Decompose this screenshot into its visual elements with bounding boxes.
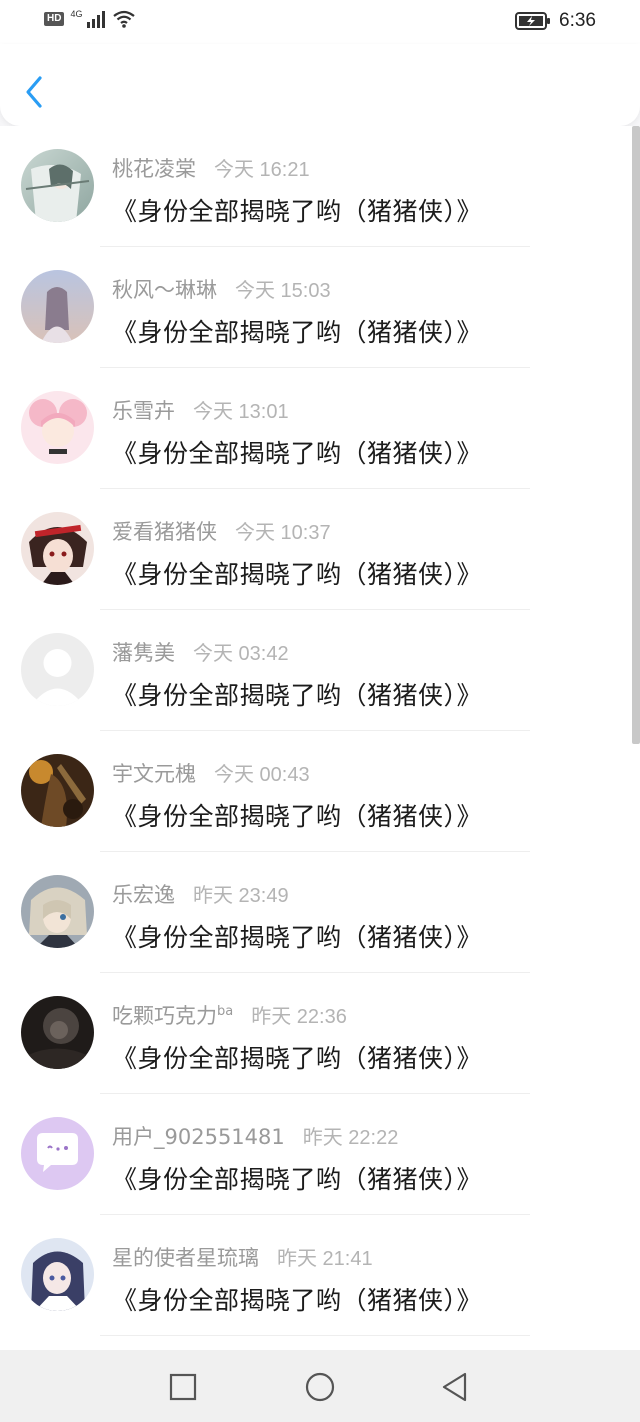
- timestamp: 今天 16:21: [214, 159, 310, 181]
- divider: [100, 1335, 530, 1336]
- comment-meta: 星的使者星琉璃 昨天 21:41: [112, 1242, 373, 1272]
- recents-button[interactable]: [166, 1370, 200, 1404]
- chevron-left-icon: [26, 76, 42, 108]
- comment-meta: 吃颗巧克力ba 昨天 22:36: [112, 1000, 347, 1030]
- scrollbar[interactable]: [632, 126, 640, 744]
- status-left: HD 4G: [44, 9, 136, 28]
- timestamp: 今天 00:43: [214, 764, 310, 786]
- comment-text: 《身份全部揭晓了哟（猪猪侠）》: [112, 318, 483, 347]
- home-button[interactable]: [303, 1370, 337, 1404]
- avatar[interactable]: [21, 996, 94, 1069]
- timestamp: 昨天 23:49: [193, 885, 289, 907]
- comment-meta: 乐雪卉 今天 13:01: [112, 395, 289, 425]
- username[interactable]: 乐宏逸: [112, 879, 175, 909]
- timestamp: 昨天 22:22: [302, 1127, 399, 1149]
- comment-text: 《身份全部揭晓了哟（猪猪侠）》: [112, 681, 483, 710]
- username-superscript: ba: [217, 1004, 234, 1019]
- circle-icon: [305, 1372, 335, 1402]
- timestamp: 今天 15:03: [235, 280, 331, 302]
- signal-icon: [87, 11, 106, 28]
- comment-meta: 宇文元槐 今天 00:43: [112, 758, 310, 788]
- username[interactable]: 桃花凌棠: [112, 153, 196, 183]
- username-text: 吃颗巧克力: [112, 1004, 217, 1028]
- avatar[interactable]: [21, 1238, 94, 1311]
- comment-meta: 秋风～琳琳 今天 15:03: [112, 274, 331, 304]
- anime-avatar-4: [21, 512, 94, 585]
- avatar[interactable]: [21, 270, 94, 343]
- status-right: 6:36: [515, 10, 596, 32]
- comment-text: 《身份全部揭晓了哟（猪猪侠）》: [112, 1044, 483, 1073]
- list-item[interactable]: 秋风～琳琳 今天 15:03 《身份全部揭晓了哟（猪猪侠）》: [0, 247, 632, 368]
- comment-meta: 爱看猪猪侠 今天 10:37: [112, 516, 331, 546]
- list-item[interactable]: 用户_902551481 昨天 22:22 《身份全部揭晓了哟（猪猪侠）》: [0, 1094, 632, 1215]
- list-item[interactable]: 吃颗巧克力ba 昨天 22:36 《身份全部揭晓了哟（猪猪侠）》: [0, 973, 632, 1094]
- comment-list[interactable]: 桃花凌棠 今天 16:21 《身份全部揭晓了哟（猪猪侠）》 秋风～琳琳 今天 1…: [0, 126, 640, 1350]
- comment-text: 《身份全部揭晓了哟（猪猪侠）》: [112, 439, 483, 468]
- list-item[interactable]: 爱看猪猪侠 今天 10:37 《身份全部揭晓了哟（猪猪侠）》: [0, 489, 632, 610]
- timestamp: 今天 10:37: [235, 522, 331, 544]
- status-bar: HD 4G 6:36: [0, 0, 640, 44]
- battery-charging-icon: [515, 12, 551, 30]
- avatar[interactable]: [21, 512, 94, 585]
- username[interactable]: 秋风～琳琳: [112, 274, 217, 304]
- list-item[interactable]: 星的使者星琉璃 昨天 21:41 《身份全部揭晓了哟（猪猪侠）》: [0, 1215, 632, 1336]
- system-nav-bar: [0, 1350, 640, 1422]
- nav-back-button[interactable]: [438, 1370, 472, 1404]
- default-avatar: [21, 633, 94, 706]
- username[interactable]: 星的使者星琉璃: [112, 1242, 259, 1272]
- comment-meta: 乐宏逸 昨天 23:49: [112, 879, 289, 909]
- username[interactable]: 吃颗巧克力ba: [112, 1000, 233, 1030]
- timestamp: 昨天 22:36: [251, 1006, 347, 1028]
- timestamp: 昨天 21:41: [277, 1248, 373, 1270]
- photo-avatar-5: [21, 754, 94, 827]
- comment-meta: 桃花凌棠 今天 16:21: [112, 153, 310, 183]
- comment-text: 《身份全部揭晓了哟（猪猪侠）》: [112, 923, 483, 952]
- timestamp: 今天 13:01: [193, 401, 289, 423]
- comment-text: 《身份全部揭晓了哟（猪猪侠）》: [112, 197, 483, 226]
- chat-bubble-avatar: [21, 1117, 94, 1190]
- comment-text: 《身份全部揭晓了哟（猪猪侠）》: [112, 1286, 483, 1315]
- username[interactable]: 藩隽美: [112, 637, 175, 667]
- username[interactable]: 乐雪卉: [112, 395, 175, 425]
- triangle-back-icon: [442, 1372, 467, 1402]
- anime-avatar-2: [21, 270, 94, 343]
- list-item[interactable]: 乐宏逸 昨天 23:49 《身份全部揭晓了哟（猪猪侠）》: [0, 852, 632, 973]
- avatar[interactable]: [21, 1117, 94, 1190]
- list-item[interactable]: 宇文元槐 今天 00:43 《身份全部揭晓了哟（猪猪侠）》: [0, 731, 632, 852]
- timestamp: 今天 03:42: [193, 643, 289, 665]
- comment-text: 《身份全部揭晓了哟（猪猪侠）》: [112, 1165, 483, 1194]
- anime-avatar-6: [21, 875, 94, 948]
- photo-avatar-7: [21, 996, 94, 1069]
- comment-text: 《身份全部揭晓了哟（猪猪侠）》: [112, 802, 483, 831]
- clock: 6:36: [559, 10, 596, 31]
- comment-meta: 藩隽美 今天 03:42: [112, 637, 289, 667]
- hd-badge: HD: [44, 12, 65, 26]
- top-bar: [0, 44, 640, 126]
- list-item[interactable]: 藩隽美 今天 03:42 《身份全部揭晓了哟（猪猪侠）》: [0, 610, 632, 731]
- anime-avatar-3: [21, 391, 94, 464]
- list-item[interactable]: 乐雪卉 今天 13:01 《身份全部揭晓了哟（猪猪侠）》: [0, 368, 632, 489]
- username[interactable]: 爱看猪猪侠: [112, 516, 217, 546]
- list-item[interactable]: 桃花凌棠 今天 16:21 《身份全部揭晓了哟（猪猪侠）》: [0, 126, 632, 247]
- anime-avatar-1: [21, 149, 94, 222]
- back-button[interactable]: [20, 72, 50, 112]
- avatar[interactable]: [21, 754, 94, 827]
- avatar[interactable]: [21, 633, 94, 706]
- comment-text: 《身份全部揭晓了哟（猪猪侠）》: [112, 560, 483, 589]
- comment-meta: 用户_902551481 昨天 22:22: [112, 1121, 398, 1151]
- username[interactable]: 用户_902551481: [112, 1121, 285, 1151]
- wifi-icon: [113, 10, 136, 28]
- avatar[interactable]: [21, 875, 94, 948]
- avatar[interactable]: [21, 149, 94, 222]
- square-icon: [169, 1373, 197, 1401]
- network-label: 4G: [70, 9, 83, 19]
- anime-avatar-10: [21, 1238, 94, 1311]
- username[interactable]: 宇文元槐: [112, 758, 196, 788]
- avatar[interactable]: [21, 391, 94, 464]
